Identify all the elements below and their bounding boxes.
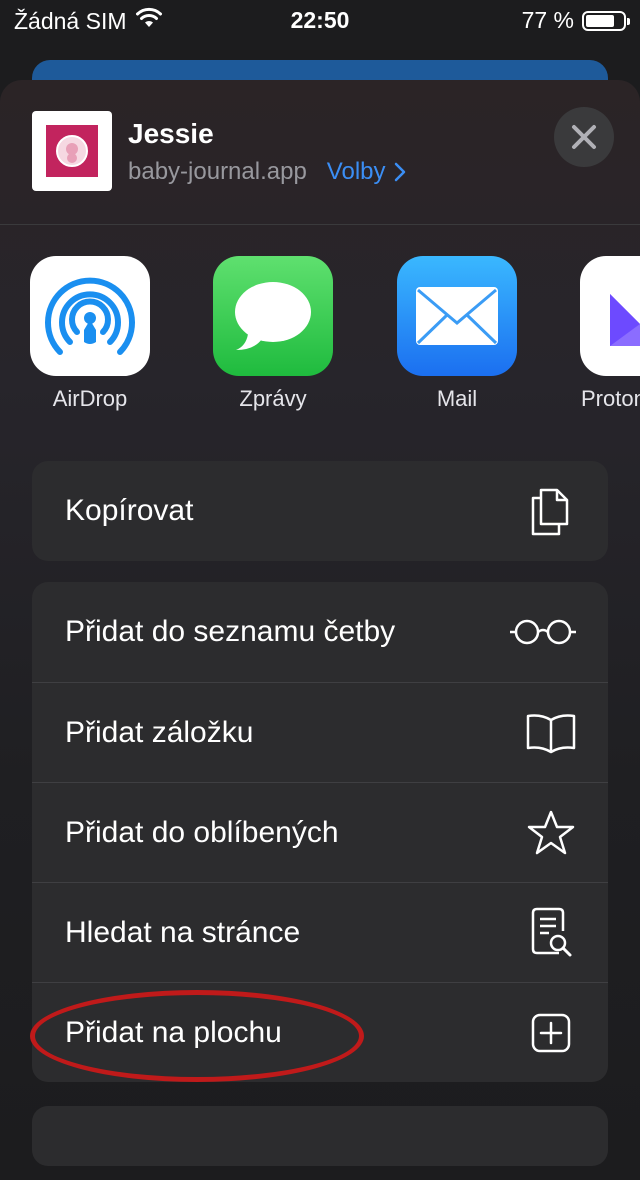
- messages-icon: [213, 256, 333, 376]
- action-label: Přidat na plochu: [65, 1015, 282, 1049]
- app-label-airdrop: AirDrop: [52, 386, 128, 411]
- battery-fill: [586, 14, 614, 27]
- options-label: Volby: [326, 158, 386, 185]
- close-icon: [572, 125, 596, 149]
- action-add-favorites[interactable]: Přidat do oblíbených: [32, 782, 608, 882]
- action-group-next: [32, 1106, 608, 1166]
- battery-icon: [582, 10, 630, 31]
- share-sheet: Jessie baby-journal.app Volby AirDrop Zp…: [0, 80, 640, 1180]
- action-reading-list[interactable]: Přidat do seznamu četby: [32, 582, 608, 682]
- action-add-bookmark[interactable]: Přidat záložku: [32, 682, 608, 782]
- book-icon: [524, 706, 578, 760]
- app-messages[interactable]: Zprávy: [213, 256, 333, 412]
- airdrop-icon: [30, 256, 150, 376]
- share-header: Jessie baby-journal.app Volby: [0, 80, 640, 225]
- copy-icon: [524, 484, 578, 538]
- action-label: Přidat do seznamu četby: [65, 615, 396, 648]
- share-url: baby-journal.app: [128, 158, 307, 185]
- mail-icon: [397, 256, 517, 376]
- add-square-icon: [524, 1006, 578, 1060]
- action-copy[interactable]: Kopírovat: [32, 461, 608, 561]
- share-title: Jessie: [128, 118, 214, 149]
- chevron-right-icon: [394, 162, 405, 182]
- app-proton[interactable]: Proton: [580, 256, 640, 412]
- app-label-mail: Mail: [436, 386, 478, 411]
- proton-icon: [580, 256, 640, 376]
- action-group-copy: Kopírovat: [32, 461, 608, 561]
- action-label: Hledat na stránce: [65, 915, 301, 949]
- status-bar: Žádná SIM 22:50 77 %: [0, 0, 640, 42]
- close-button[interactable]: [554, 107, 614, 167]
- status-right: 77 %: [521, 7, 630, 34]
- page-thumbnail: [32, 111, 112, 191]
- action-add-to-home-screen[interactable]: Přidat na plochu: [32, 982, 608, 1082]
- share-apps-row: AirDrop Zprávy Mail Proton: [0, 256, 640, 416]
- action-group-main: Přidat do seznamu četby Přidat záložku P…: [32, 582, 608, 1082]
- glasses-icon: [508, 605, 578, 659]
- app-mail[interactable]: Mail: [397, 256, 517, 412]
- share-subtitle: baby-journal.app Volby: [128, 158, 406, 186]
- action-label: Kopírovat: [65, 494, 194, 527]
- app-airdrop[interactable]: AirDrop: [30, 256, 150, 412]
- find-on-page-icon: [524, 906, 578, 960]
- action-label: Přidat záložku: [65, 715, 254, 749]
- action-label: Přidat do oblíbených: [65, 815, 339, 849]
- app-label-proton: Proton: [581, 386, 640, 411]
- options-button[interactable]: Volby: [327, 158, 406, 186]
- star-icon: [524, 806, 578, 860]
- action-find-on-page[interactable]: Hledat na stránce: [32, 882, 608, 982]
- battery-percent: 77 %: [521, 7, 574, 33]
- thumbnail-logo: [46, 125, 98, 177]
- app-label-messages: Zprávy: [239, 386, 307, 411]
